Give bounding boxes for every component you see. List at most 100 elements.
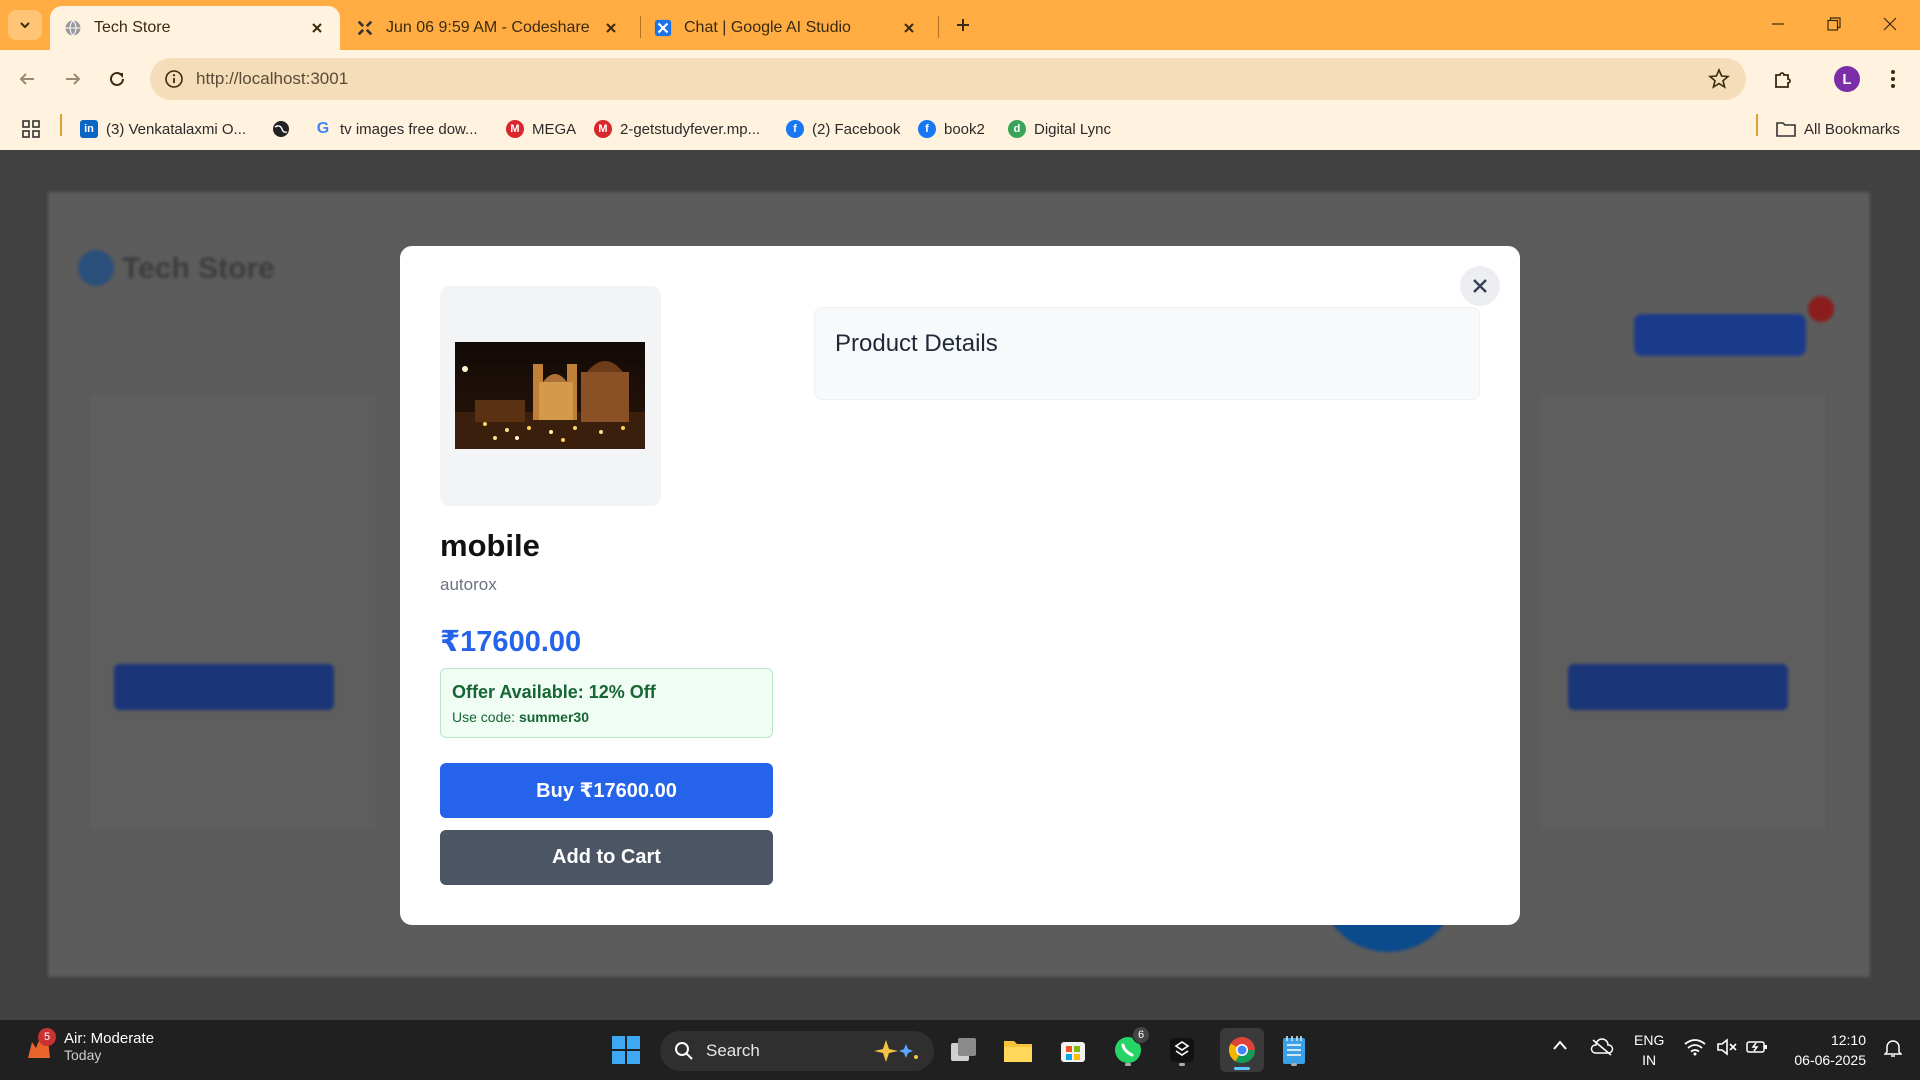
- facebook-icon: f: [918, 120, 936, 138]
- close-tab-icon[interactable]: [308, 19, 326, 37]
- background-product-card: [1538, 392, 1828, 832]
- tab-search-button[interactable]: [8, 10, 42, 40]
- new-tab-button[interactable]: [950, 12, 976, 38]
- minimize-icon: [1772, 23, 1784, 25]
- product-brand: autorox: [440, 575, 497, 594]
- battery-status[interactable]: [1746, 1038, 1768, 1059]
- info-icon[interactable]: [164, 69, 184, 89]
- product-details-title: Product Details: [835, 330, 998, 357]
- weather-subtitle: Today: [64, 1047, 102, 1063]
- search-icon: [675, 1042, 693, 1060]
- bookmark-facebook[interactable]: f (2) Facebook: [786, 116, 900, 142]
- bookmark-star-icon[interactable]: [1708, 68, 1730, 90]
- bookmark-tv-images[interactable]: G tv images free dow...: [314, 116, 478, 142]
- start-button[interactable]: [608, 1032, 644, 1068]
- bookmark-label: (2) Facebook: [812, 120, 901, 138]
- apps-button[interactable]: [22, 116, 40, 142]
- weather-icon: 5: [24, 1027, 56, 1062]
- weather-widget[interactable]: 5 Air: Moderate Today: [24, 1027, 155, 1063]
- ai-studio-icon: [654, 19, 672, 37]
- onedrive-status[interactable]: [1590, 1038, 1614, 1059]
- add-to-cart-button[interactable]: Add to Cart: [440, 830, 773, 885]
- modal-close-button[interactable]: [1460, 266, 1500, 306]
- background-product-card: [88, 392, 378, 832]
- taskbar-search[interactable]: Search: [660, 1031, 934, 1071]
- profile-button[interactable]: L: [1832, 64, 1862, 94]
- restore-icon: [1827, 17, 1841, 31]
- weather-badge: 5: [38, 1027, 56, 1046]
- product-name: mobile: [440, 528, 540, 563]
- chrome-icon: [1228, 1037, 1256, 1064]
- arrow-left-icon: [19, 73, 34, 85]
- close-tab-icon[interactable]: [602, 19, 620, 37]
- whatsapp-badge: 6: [1132, 1026, 1150, 1044]
- bookmark-mega[interactable]: M MEGA: [506, 116, 576, 142]
- windows-taskbar: 5 Air: Moderate Today Search 6 ENG IN 12…: [0, 1020, 1920, 1080]
- tab-ai-studio[interactable]: Chat | Google AI Studio: [640, 6, 932, 50]
- store-icon: [1061, 1042, 1085, 1062]
- chevron-down-icon: [20, 22, 30, 29]
- close-window-button[interactable]: [1862, 0, 1918, 48]
- chrome-button[interactable]: [1220, 1028, 1264, 1072]
- tab-title: Jun 06 9:59 AM - Codeshare: [386, 19, 590, 36]
- browser-toolbar: http://localhost:3001 L: [0, 50, 1920, 108]
- linkedin-icon: in: [80, 120, 98, 138]
- forward-button[interactable]: [56, 62, 90, 96]
- tab-tech-store[interactable]: Tech Store: [50, 6, 340, 50]
- volume-muted-icon: [1717, 1038, 1737, 1056]
- all-bookmarks-button[interactable]: All Bookmarks: [1776, 116, 1900, 142]
- extensions-button[interactable]: [1768, 64, 1798, 94]
- bookmark-label: MEGA: [532, 120, 577, 138]
- folder-icon: [1776, 122, 1796, 137]
- bookmark-digital-lync[interactable]: d Digital Lync: [1008, 116, 1111, 142]
- bookmark-linkedin[interactable]: in (3) Venkatalaxmi O...: [80, 116, 246, 142]
- clock-date: 06-06-2025: [1794, 1052, 1866, 1068]
- address-bar[interactable]: http://localhost:3001: [150, 58, 1746, 100]
- bell-icon: [1883, 1040, 1903, 1057]
- volume-status[interactable]: [1716, 1038, 1738, 1059]
- bookmark-label: All Bookmarks: [1804, 120, 1900, 138]
- file-explorer-button[interactable]: [1000, 1032, 1036, 1068]
- tab-codeshare[interactable]: Jun 06 9:59 AM - Codeshare: [342, 6, 634, 50]
- bookmark-globe[interactable]: [272, 116, 290, 142]
- bookmark-book2[interactable]: f book2: [918, 116, 985, 142]
- microsoft-store-button[interactable]: [1055, 1032, 1091, 1068]
- product-image: [455, 342, 645, 449]
- bookmark-label: Digital Lync: [1034, 120, 1111, 138]
- tab-title: Chat | Google AI Studio: [684, 19, 851, 36]
- close-icon: [1883, 17, 1897, 31]
- close-icon: [1473, 279, 1487, 293]
- app-button[interactable]: [1164, 1032, 1200, 1068]
- notifications-button[interactable]: [1883, 1038, 1903, 1061]
- reload-button[interactable]: [100, 62, 134, 96]
- whatsapp-button[interactable]: 6: [1110, 1026, 1150, 1068]
- active-indicator: [1234, 1067, 1250, 1070]
- background-manage-button: [1634, 314, 1806, 356]
- cloud-off-icon: [1590, 1038, 1614, 1056]
- background-app-title: Tech Store: [122, 252, 275, 285]
- task-view-button[interactable]: [946, 1032, 982, 1068]
- weather-title: Air: Moderate: [64, 1030, 155, 1047]
- minimize-button[interactable]: [1750, 0, 1806, 48]
- windows-logo-icon: [612, 1036, 640, 1064]
- clock-time: 12:10: [1830, 1032, 1866, 1048]
- product-details-panel: Product Details: [814, 307, 1480, 400]
- bookmarks-bar: in (3) Venkatalaxmi O... G tv images fre…: [0, 108, 1920, 150]
- globe-icon: [64, 19, 82, 37]
- plus-icon: [957, 19, 969, 31]
- notepad-button[interactable]: [1276, 1032, 1312, 1068]
- bookmark-getstudyfever[interactable]: M 2-getstudyfever.mp...: [594, 116, 760, 142]
- back-button[interactable]: [10, 62, 44, 96]
- close-tab-icon[interactable]: [900, 19, 918, 37]
- show-hidden-icons-button[interactable]: [1552, 1038, 1568, 1054]
- menu-button[interactable]: [1878, 64, 1908, 94]
- language-indicator[interactable]: ENG IN: [1634, 1030, 1664, 1070]
- bookmark-label: (3) Venkatalaxmi O...: [106, 120, 247, 138]
- wifi-status[interactable]: [1684, 1038, 1706, 1059]
- restore-button[interactable]: [1806, 0, 1862, 48]
- apps-grid-icon: [22, 120, 40, 138]
- system-clock[interactable]: 12:10 06-06-2025: [1786, 1030, 1866, 1070]
- puzzle-icon: [1775, 72, 1791, 88]
- offer-title: Offer Available: 12% Off: [452, 682, 656, 702]
- buy-button[interactable]: Buy ₹17600.00: [440, 763, 773, 818]
